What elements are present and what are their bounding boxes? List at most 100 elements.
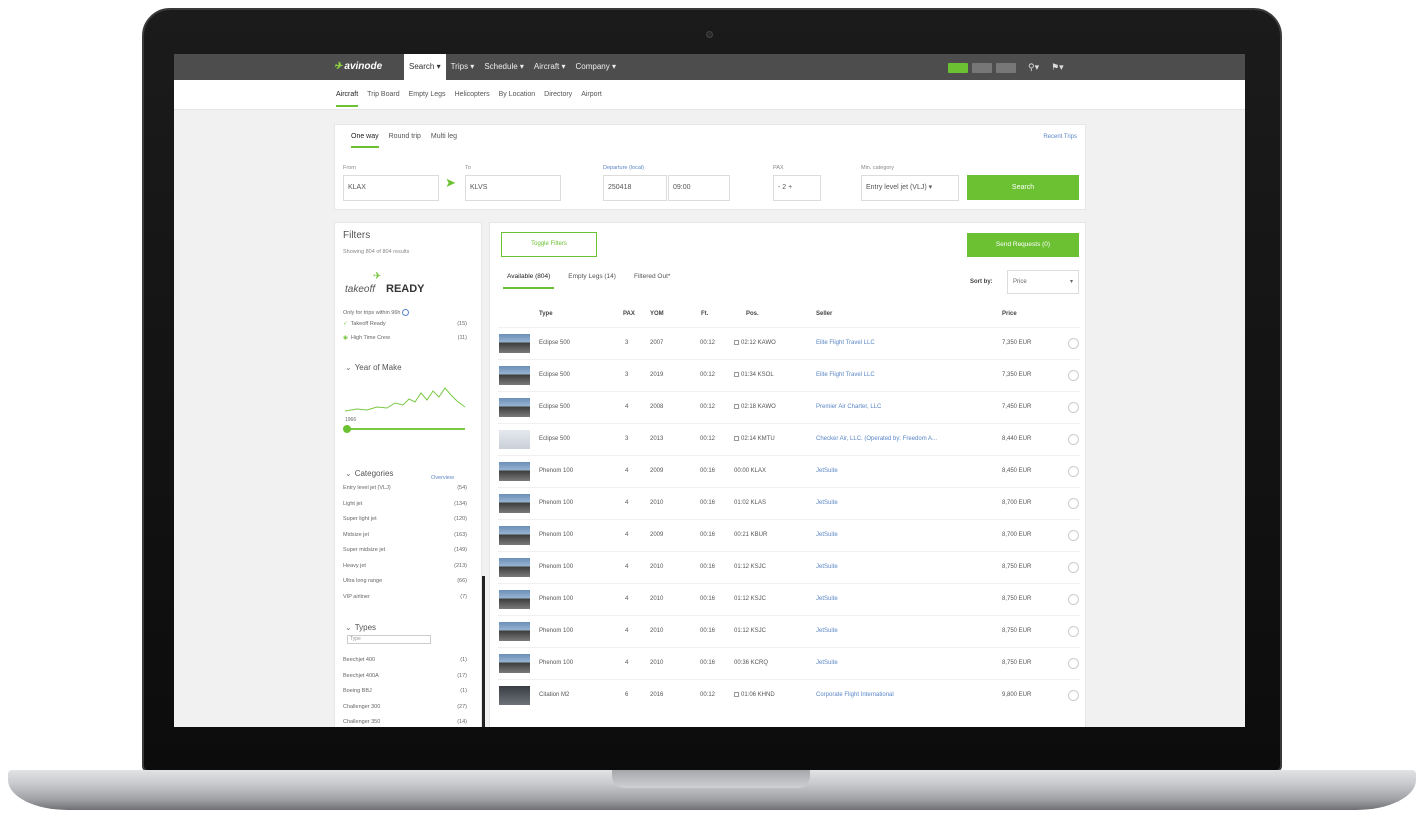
from-field[interactable]: KLAX <box>343 175 439 201</box>
trip-type-tab[interactable]: Multi leg <box>431 133 457 148</box>
seller-link[interactable]: Elite Flight Travel LLC <box>816 340 875 346</box>
info-icon[interactable] <box>402 309 410 316</box>
subnav-item[interactable]: Aircraft <box>336 91 359 107</box>
aircraft-thumbnail[interactable] <box>499 526 530 545</box>
nav-item[interactable]: Company ▾ <box>571 54 621 80</box>
table-row[interactable]: Eclipse 500 3 2019 00:12 01:34 KSOL Elite Fli… <box>498 359 1080 391</box>
nav-item[interactable]: Aircraft ▾ <box>529 54 571 80</box>
types-filter-input[interactable]: Type <box>347 635 431 644</box>
date-field[interactable]: 250418 <box>603 175 667 201</box>
type-item[interactable]: Challenger 300 (27) <box>343 704 467 710</box>
seller-link[interactable]: Corporate Flight International <box>816 692 894 698</box>
col-seller[interactable]: Seller <box>816 311 832 317</box>
type-item[interactable]: Beechjet 400 (1) <box>343 657 467 663</box>
aircraft-thumbnail[interactable] <box>499 558 530 577</box>
results-tab[interactable]: Empty Legs (14) <box>564 273 620 289</box>
category-item[interactable]: Super midsize jet (149) <box>343 547 467 553</box>
select-radio[interactable] <box>1068 530 1079 541</box>
select-radio[interactable] <box>1068 402 1079 413</box>
status-indicator[interactable] <box>996 62 1016 73</box>
sort-select[interactable]: Price ▾ <box>1007 270 1079 294</box>
col-type[interactable]: Type <box>539 311 553 317</box>
flag-icon[interactable]: ⚑▾ <box>1051 62 1064 73</box>
aircraft-thumbnail[interactable] <box>499 462 530 481</box>
category-item[interactable]: Light jet (134) <box>343 501 467 507</box>
seller-link[interactable]: JetSuite <box>816 500 838 506</box>
category-item[interactable]: Super light jet (120) <box>343 516 467 522</box>
table-row[interactable]: Phenom 100 4 2010 00:16 01:12 KSJC JetSuite 8,… <box>498 583 1080 615</box>
types-toggle[interactable]: ⌄ Types <box>345 623 376 632</box>
time-field[interactable]: 09:00 <box>668 175 730 201</box>
trip-type-tab[interactable]: Round trip <box>389 133 421 148</box>
trip-type-tab[interactable]: One way <box>351 133 379 148</box>
year-of-make-toggle[interactable]: ⌄ Year of Make <box>345 363 402 372</box>
col-price[interactable]: Price <box>1002 311 1017 317</box>
select-radio[interactable] <box>1068 594 1079 605</box>
seller-link[interactable]: JetSuite <box>816 596 838 602</box>
categories-toggle[interactable]: ⌄ Categories <box>345 469 393 478</box>
table-row[interactable]: Phenom 100 4 2010 00:16 01:12 KSJC JetSuite 8,… <box>498 615 1080 647</box>
takeoff-ready-filter[interactable]: ✓ Takeoff Ready (15) <box>343 321 467 327</box>
aircraft-thumbnail[interactable] <box>499 686 530 705</box>
table-row[interactable]: Phenom 100 4 2009 00:16 00:00 KLAX JetSuite 8,… <box>498 455 1080 487</box>
subnav-item[interactable]: Directory <box>544 91 572 107</box>
status-indicator[interactable] <box>972 62 992 73</box>
seller-link[interactable]: JetSuite <box>816 564 838 570</box>
table-row[interactable]: Phenom 100 4 2010 00:16 01:02 KLAS JetSuite 8,… <box>498 487 1080 519</box>
type-item[interactable]: Beechjet 400A (17) <box>343 673 467 679</box>
year-slider-handle[interactable] <box>343 425 351 433</box>
aircraft-thumbnail[interactable] <box>499 494 530 513</box>
avinode-logo[interactable]: ✈ avinode <box>334 61 382 72</box>
seller-link[interactable]: JetSuite <box>816 628 838 634</box>
category-item[interactable]: VIP airliner (7) <box>343 594 467 600</box>
subnav-item[interactable]: By Location <box>499 91 536 107</box>
select-radio[interactable] <box>1068 690 1079 701</box>
seller-link[interactable]: Elite Flight Travel LLC <box>816 372 875 378</box>
to-field[interactable]: KLVS <box>465 175 561 201</box>
subnav-item[interactable]: Airport <box>581 91 602 107</box>
aircraft-thumbnail[interactable] <box>499 334 530 353</box>
aircraft-thumbnail[interactable] <box>499 430 530 449</box>
col-pax[interactable]: PAX <box>623 311 635 317</box>
select-radio[interactable] <box>1068 434 1079 445</box>
type-item[interactable]: Challenger 350 (14) <box>343 719 467 725</box>
select-radio[interactable] <box>1068 658 1079 669</box>
pax-stepper[interactable]: - 2 + <box>773 175 821 201</box>
high-time-crew-filter[interactable]: ◉ High Time Crew (11) <box>343 335 467 341</box>
seller-link[interactable]: Checker Air, LLC. (Operated by: Freedom … <box>816 436 937 442</box>
table-row[interactable]: Phenom 100 4 2010 00:16 00:36 KCRQ JetSuite 8,… <box>498 647 1080 679</box>
col-ft[interactable]: Ft. <box>701 311 708 317</box>
select-radio[interactable] <box>1068 498 1079 509</box>
status-indicator[interactable] <box>948 62 968 73</box>
type-item[interactable]: Boeing BBJ (1) <box>343 688 467 694</box>
scrollbar[interactable] <box>482 576 485 727</box>
seller-link[interactable]: JetSuite <box>816 532 838 538</box>
search-icon[interactable]: ⚲▾ <box>1028 62 1039 73</box>
overview-link[interactable]: Overview <box>431 475 454 481</box>
results-tab[interactable]: Filtered Out* <box>630 273 675 289</box>
nav-item[interactable]: Schedule ▾ <box>479 54 529 80</box>
send-requests-button[interactable]: Send Requests (0) <box>967 233 1079 257</box>
aircraft-thumbnail[interactable] <box>499 654 530 673</box>
subnav-item[interactable]: Trip Board <box>367 91 399 107</box>
toggle-filters-button[interactable]: Toggle Filters <box>501 232 597 257</box>
category-select[interactable]: Entry level jet (VLJ) ▾ <box>861 175 959 201</box>
recent-trips-link[interactable]: Recent Trips <box>1043 134 1077 140</box>
table-row[interactable]: Eclipse 500 3 2013 00:12 02:14 KMTU Checker A… <box>498 423 1080 455</box>
aircraft-thumbnail[interactable] <box>499 366 530 385</box>
results-tab[interactable]: Available (804) <box>503 273 555 289</box>
aircraft-thumbnail[interactable] <box>499 590 530 609</box>
seller-link[interactable]: JetSuite <box>816 660 838 666</box>
table-row[interactable]: Citation M2 6 2016 00:12 01:06 KHND Corporate… <box>498 679 1080 711</box>
category-item[interactable]: Heavy jet (213) <box>343 563 467 569</box>
category-item[interactable]: Midsize jet (163) <box>343 532 467 538</box>
subnav-item[interactable]: Empty Legs <box>409 91 446 107</box>
nav-item[interactable]: Search ▾ <box>404 54 446 80</box>
select-radio[interactable] <box>1068 626 1079 637</box>
subnav-item[interactable]: Helicopters <box>455 91 490 107</box>
search-button[interactable]: Search <box>967 175 1079 200</box>
table-row[interactable]: Eclipse 500 3 2007 00:12 02:12 KAWO Elite Fli… <box>498 327 1080 359</box>
nav-item[interactable]: Trips ▾ <box>446 54 480 80</box>
select-radio[interactable] <box>1068 466 1079 477</box>
select-radio[interactable] <box>1068 338 1079 349</box>
